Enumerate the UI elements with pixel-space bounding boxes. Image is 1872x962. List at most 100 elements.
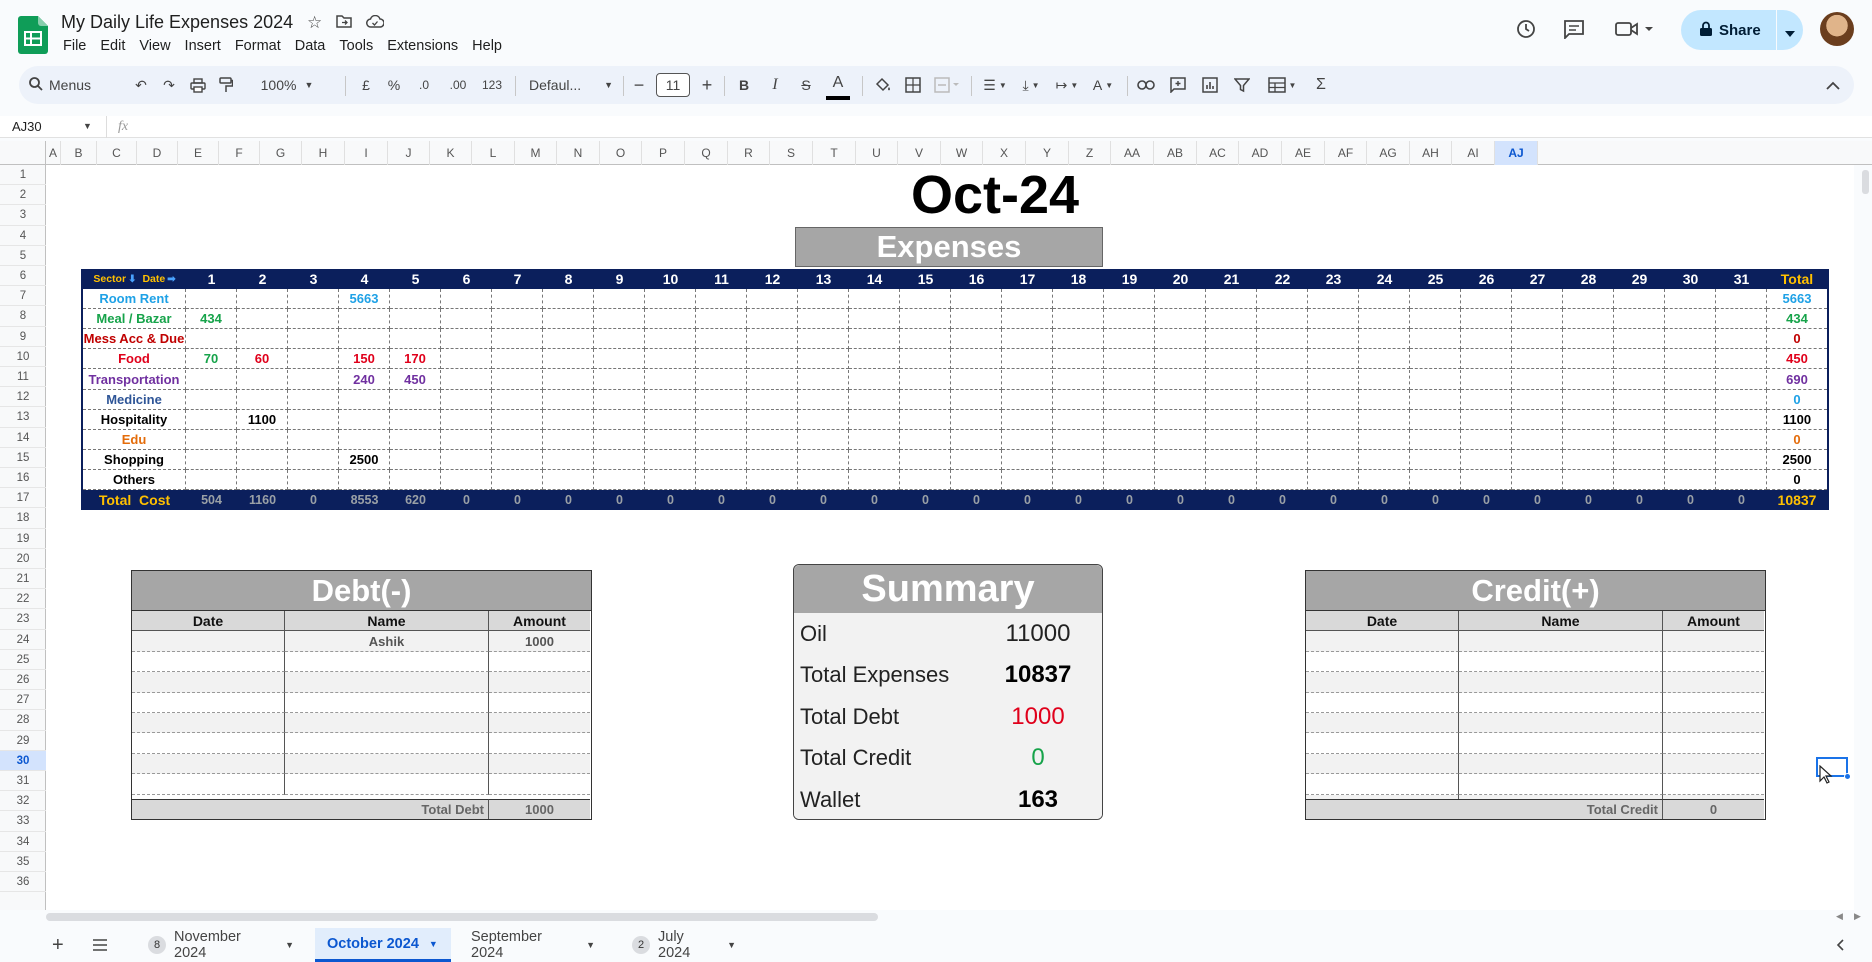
column-header-af[interactable]: AF <box>1325 141 1367 165</box>
expense-cell[interactable] <box>951 329 1002 350</box>
expense-cell[interactable] <box>747 409 798 430</box>
total-cost-day[interactable]: 0 <box>492 490 543 511</box>
expense-cell[interactable] <box>492 329 543 350</box>
expense-cell[interactable] <box>1716 429 1767 450</box>
expense-cell[interactable] <box>1665 369 1716 390</box>
expense-cell[interactable] <box>1308 449 1359 470</box>
debt-cell[interactable] <box>132 692 285 713</box>
debt-cell[interactable] <box>489 692 590 713</box>
menu-data[interactable]: Data <box>288 36 333 56</box>
expense-cell[interactable] <box>543 349 594 370</box>
day-header-1[interactable]: 1 <box>186 269 237 290</box>
font-size-decrease-button[interactable]: − <box>629 66 649 104</box>
expense-cell[interactable] <box>1308 429 1359 450</box>
expense-cell[interactable] <box>798 329 849 350</box>
debt-cell[interactable] <box>132 733 285 754</box>
expense-cell[interactable] <box>1461 389 1512 410</box>
expense-cell[interactable] <box>849 449 900 470</box>
expense-cell[interactable] <box>492 349 543 370</box>
expense-cell[interactable] <box>288 369 339 390</box>
expense-cell[interactable] <box>492 309 543 330</box>
expense-cell[interactable] <box>1002 449 1053 470</box>
expense-cell[interactable] <box>1614 470 1665 491</box>
row-header-11[interactable]: 11 <box>0 367 46 388</box>
row-header-35[interactable]: 35 <box>0 852 46 872</box>
menu-edit[interactable]: Edit <box>93 36 132 56</box>
expense-cell[interactable] <box>1002 389 1053 410</box>
column-header-h[interactable]: H <box>302 141 345 165</box>
italic-button[interactable]: I <box>764 66 786 104</box>
expense-cell[interactable] <box>1206 329 1257 350</box>
more-formats-button[interactable]: 123 <box>477 66 507 104</box>
expense-cell[interactable] <box>645 470 696 491</box>
expense-cell[interactable] <box>1512 409 1563 430</box>
borders-icon[interactable] <box>901 66 925 104</box>
day-header-21[interactable]: 21 <box>1206 269 1257 290</box>
debt-cell[interactable] <box>132 631 285 652</box>
category-total[interactable]: 5663 <box>1767 289 1827 310</box>
expense-cell[interactable] <box>1410 309 1461 330</box>
expense-cell[interactable] <box>1410 369 1461 390</box>
row-header-31[interactable]: 31 <box>0 771 46 792</box>
expense-cell[interactable] <box>645 389 696 410</box>
expense-cell[interactable] <box>594 389 645 410</box>
day-header-27[interactable]: 27 <box>1512 269 1563 290</box>
row-header-10[interactable]: 10 <box>0 347 46 367</box>
expense-cell[interactable] <box>645 329 696 350</box>
total-cost-day[interactable]: 0 <box>1563 490 1614 511</box>
expense-cell[interactable] <box>1614 309 1665 330</box>
expense-cell[interactable] <box>543 369 594 390</box>
text-rotation-icon[interactable]: A ▼ <box>1085 66 1121 104</box>
insert-chart-icon[interactable] <box>1198 66 1222 104</box>
expense-cell[interactable] <box>288 389 339 410</box>
column-header-q[interactable]: Q <box>685 141 728 165</box>
row-header-33[interactable]: 33 <box>0 811 46 832</box>
day-header-25[interactable]: 25 <box>1410 269 1461 290</box>
expense-cell[interactable] <box>1410 449 1461 470</box>
credit-cell[interactable] <box>1663 651 1764 673</box>
expense-cell[interactable] <box>1308 389 1359 410</box>
expense-cell[interactable] <box>1461 470 1512 491</box>
comments-icon[interactable] <box>1563 19 1585 45</box>
horizontal-align-icon[interactable]: ☰ ▼ <box>977 66 1013 104</box>
expense-cell[interactable] <box>1461 369 1512 390</box>
menu-extensions[interactable]: Extensions <box>380 36 465 56</box>
expense-cell[interactable] <box>390 389 441 410</box>
row-header-32[interactable]: 32 <box>0 791 46 812</box>
expense-cell[interactable] <box>951 470 1002 491</box>
expense-cell[interactable] <box>1155 369 1206 390</box>
debt-cell[interactable] <box>132 774 285 795</box>
version-history-icon[interactable] <box>1515 18 1537 46</box>
credit-cell[interactable] <box>1459 753 1663 775</box>
total-cost-day[interactable]: 0 <box>1104 490 1155 511</box>
row-header-21[interactable]: 21 <box>0 569 46 590</box>
text-wrap-icon[interactable]: ↦ ▼ <box>1049 66 1085 104</box>
avatar[interactable] <box>1820 12 1854 46</box>
expense-cell[interactable] <box>1308 349 1359 370</box>
expense-cell[interactable] <box>1155 289 1206 310</box>
credit-cell[interactable] <box>1306 631 1459 652</box>
expense-cell[interactable] <box>1563 349 1614 370</box>
expense-cell[interactable] <box>186 409 237 430</box>
fill-color-icon[interactable] <box>871 66 895 104</box>
expense-cell[interactable] <box>237 309 288 330</box>
total-cost-day[interactable]: 0 <box>1257 490 1308 511</box>
add-sheet-icon[interactable]: + <box>52 928 64 962</box>
expense-cell[interactable] <box>1410 389 1461 410</box>
expense-cell[interactable] <box>696 449 747 470</box>
column-header-f[interactable]: F <box>219 141 260 165</box>
expense-cell[interactable]: 450 <box>390 369 441 390</box>
expense-cell[interactable] <box>1053 309 1104 330</box>
expense-cell[interactable] <box>849 389 900 410</box>
expense-cell[interactable] <box>1053 409 1104 430</box>
expense-cell[interactable] <box>1104 309 1155 330</box>
expense-cell[interactable] <box>1206 449 1257 470</box>
category-edu[interactable]: Edu <box>83 429 186 450</box>
expense-cell[interactable] <box>543 449 594 470</box>
day-header-4[interactable]: 4 <box>339 269 390 290</box>
row-header-7[interactable]: 7 <box>0 286 46 307</box>
category-transportation[interactable]: Transportation <box>83 369 186 390</box>
expense-cell[interactable] <box>1206 349 1257 370</box>
day-header-17[interactable]: 17 <box>1002 269 1053 290</box>
total-cost-day[interactable]: 0 <box>696 490 747 511</box>
